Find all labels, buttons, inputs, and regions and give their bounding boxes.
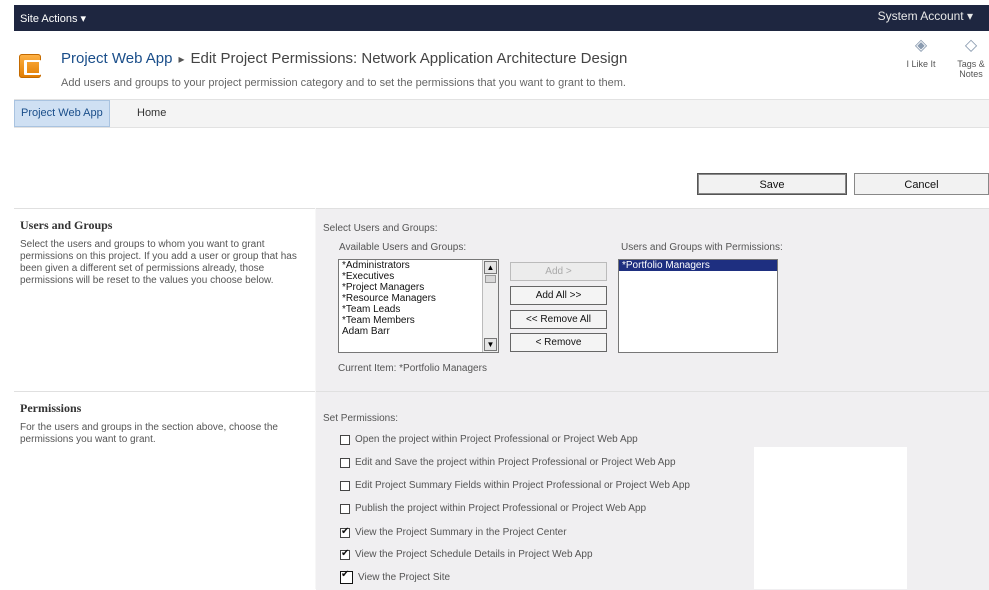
scroll-up-icon[interactable]: ▲	[484, 261, 497, 274]
tag-icon: ◇	[964, 37, 978, 54]
tags-notes-button[interactable]: ◇ Tags & Notes	[951, 37, 989, 79]
i-like-it-label: I Like It	[906, 59, 936, 69]
permission-label: Publish the project within Project Profe…	[355, 503, 647, 514]
permission-publish-project[interactable]: Publish the project within Project Profe…	[340, 503, 646, 517]
scroll-thumb[interactable]	[485, 275, 496, 283]
permission-label: Edit Project Summary Fields within Proje…	[355, 480, 690, 491]
permission-label: Open the project within Project Professi…	[355, 434, 638, 445]
users-and-groups-section: Users and Groups Select the users and gr…	[14, 208, 989, 392]
title-area: Project Web App ▸ Edit Project Permissions…	[14, 31, 989, 99]
permissions-section-title: Permissions	[20, 401, 82, 415]
save-button[interactable]: Save	[697, 173, 847, 195]
top-navigation: Project Web App Home	[14, 99, 989, 128]
users-section-description: Select the users and groups to whom you …	[20, 239, 297, 286]
cancel-button[interactable]: Cancel	[854, 173, 989, 195]
users-with-permissions-listbox[interactable]: *Portfolio Managers	[618, 259, 778, 353]
permission-edit-save-project[interactable]: Edit and Save the project within Project…	[340, 457, 676, 471]
list-item[interactable]: *Team Leads	[339, 304, 498, 315]
page-description: Add users and groups to your project per…	[61, 77, 626, 89]
page-title: Edit Project Permissions: Network Applic…	[190, 50, 628, 67]
permission-label: View the Project Summary in the Project …	[355, 527, 567, 538]
site-actions-menu[interactable]: Site Actions ▾	[20, 12, 86, 25]
permissions-section-description: For the users and groups in the section …	[20, 422, 278, 445]
available-users-label: Available Users and Groups:	[339, 242, 467, 253]
breadcrumb: Project Web App ▸ Edit Project Permissions…	[61, 50, 627, 67]
current-item-label: Current Item: *Portfolio Managers	[338, 363, 487, 374]
breadcrumb-app-link[interactable]: Project Web App	[61, 50, 172, 67]
permission-open-project[interactable]: Open the project within Project Professi…	[340, 434, 638, 448]
tags-notes-label: Tags & Notes	[957, 59, 985, 79]
remove-all-button[interactable]: << Remove All	[510, 310, 607, 329]
add-button[interactable]: Add >	[510, 262, 607, 281]
select-users-label: Select Users and Groups:	[323, 223, 438, 234]
available-users-scrollbar[interactable]: ▲ ▼	[482, 260, 498, 352]
permission-view-schedule[interactable]: View the Project Schedule Details in Pro…	[340, 548, 593, 563]
permission-checkbox[interactable]	[340, 457, 350, 468]
project-web-app-logo-icon	[19, 54, 41, 78]
nav-home[interactable]: Home	[131, 100, 172, 127]
permission-view-summary[interactable]: View the Project Summary in the Project …	[340, 526, 567, 541]
i-like-it-button[interactable]: ◈ I Like It	[901, 37, 941, 69]
available-users-listbox[interactable]: *Administrators *Executives *Project Man…	[338, 259, 499, 353]
breadcrumb-separator-icon: ▸	[178, 52, 185, 66]
blank-overlay-area	[754, 447, 907, 589]
ribbon-top-bar: Site Actions ▾ System Account ▾	[14, 5, 989, 31]
permission-checkbox[interactable]	[340, 480, 350, 491]
users-with-permissions-label: Users and Groups with Permissions:	[621, 242, 783, 253]
permission-checkbox[interactable]	[340, 526, 350, 538]
account-menu[interactable]: System Account ▾	[878, 9, 973, 23]
permission-label: Edit and Save the project within Project…	[355, 457, 676, 468]
nav-project-web-app[interactable]: Project Web App	[14, 100, 110, 127]
list-item[interactable]: Adam Barr	[339, 326, 498, 337]
users-section-title: Users and Groups	[20, 218, 113, 232]
permission-checkbox[interactable]	[340, 569, 353, 584]
users-section-description-panel: Users and Groups Select the users and gr…	[14, 208, 315, 392]
permission-view-site[interactable]: View the Project Site	[340, 569, 451, 585]
remove-button[interactable]: < Remove	[510, 333, 607, 352]
list-item[interactable]: *Project Managers	[339, 282, 498, 293]
permission-checkbox[interactable]	[340, 548, 350, 560]
list-item[interactable]: *Administrators	[339, 260, 498, 271]
list-item[interactable]: *Portfolio Managers	[619, 260, 777, 271]
add-all-button[interactable]: Add All >>	[510, 286, 607, 305]
list-item[interactable]: *Team Members	[339, 315, 498, 326]
list-item[interactable]: *Resource Managers	[339, 293, 498, 304]
scroll-down-icon[interactable]: ▼	[484, 338, 497, 351]
thumb-tag-icon: ◈	[914, 37, 928, 54]
permission-checkbox[interactable]	[340, 503, 350, 514]
permission-checkbox[interactable]	[340, 434, 350, 445]
permission-edit-summary-fields[interactable]: Edit Project Summary Fields within Proje…	[340, 480, 690, 494]
list-item[interactable]: *Executives	[339, 271, 498, 282]
set-permissions-label: Set Permissions:	[323, 413, 399, 424]
permission-label: View the Project Site	[358, 572, 451, 583]
permissions-description-panel: Permissions For the users and groups in …	[14, 391, 315, 590]
permission-label: View the Project Schedule Details in Pro…	[355, 549, 593, 560]
